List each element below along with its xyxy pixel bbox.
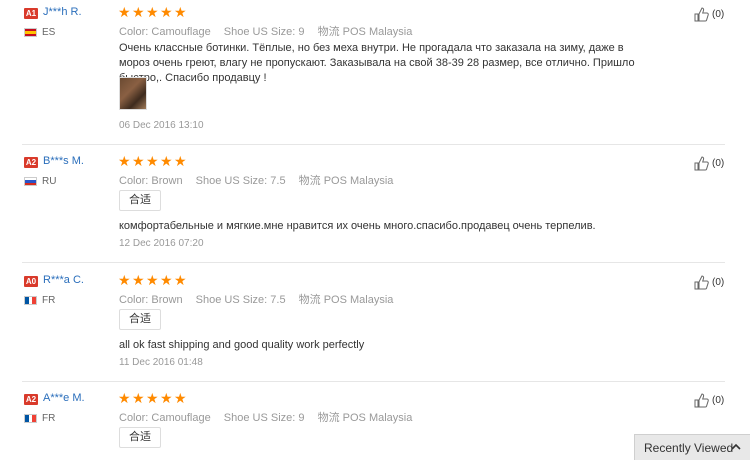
- shipping-label: 物流: [298, 175, 321, 187]
- recently-viewed-toggle[interactable]: Recently Viewed: [634, 434, 750, 460]
- helpful-count: (0): [712, 395, 725, 406]
- reviewer-name-link[interactable]: J***h R.: [43, 6, 82, 18]
- shipping-value: POS Malaysia: [342, 26, 413, 38]
- review-tag: 合适: [119, 427, 161, 448]
- star-icon: ★: [160, 390, 173, 406]
- review-tag: 合适: [119, 309, 161, 330]
- buyer-level-badge: A2: [24, 157, 38, 168]
- size-label: Shoe US Size:: [195, 175, 268, 187]
- helpful-button[interactable]: (0): [693, 392, 724, 409]
- shipping-label: 物流: [317, 412, 340, 424]
- country-flag-icon: [24, 414, 37, 423]
- order-attributes: Color: Camouflage Shoe US Size: 9 物流 POS…: [119, 409, 422, 425]
- review-photo-thumbnail[interactable]: [119, 77, 147, 110]
- color-label: Color:: [119, 175, 149, 187]
- shipping-value: POS Malaysia: [342, 412, 413, 424]
- country-code: ES: [42, 27, 56, 38]
- color-value: Camouflage: [151, 26, 211, 38]
- star-icon: ★: [174, 4, 187, 20]
- country-code: RU: [42, 176, 57, 187]
- shipping-value: POS Malaysia: [323, 294, 394, 306]
- star-icon: ★: [160, 272, 173, 288]
- reviewer-name-link[interactable]: B***s M.: [43, 155, 84, 167]
- country-code: FR: [42, 295, 56, 306]
- thumbs-up-icon: [694, 7, 709, 22]
- size-value: 9: [298, 412, 305, 424]
- order-attributes: Color: Brown Shoe US Size: 7.5 物流 POS Ma…: [119, 172, 403, 188]
- star-icon: ★: [118, 4, 131, 20]
- reviewer-name-link[interactable]: A***e M.: [43, 392, 85, 404]
- review-tag: 合适: [119, 190, 161, 211]
- divider: [22, 262, 725, 263]
- buyer-level-badge: A2: [24, 394, 38, 405]
- shipping-value: POS Malaysia: [323, 175, 394, 187]
- star-icon: ★: [160, 153, 173, 169]
- star-rating: ★ ★ ★ ★ ★: [118, 390, 187, 406]
- recently-viewed-label: Recently Viewed: [644, 440, 734, 455]
- buyer-level-badge: A0: [24, 276, 38, 287]
- color-label: Color:: [119, 26, 149, 38]
- star-icon: ★: [174, 153, 187, 169]
- star-icon: ★: [132, 272, 145, 288]
- shipping-label: 物流: [317, 26, 340, 38]
- shipping-label: 物流: [298, 294, 321, 306]
- divider: [22, 381, 725, 382]
- star-icon: ★: [160, 4, 173, 20]
- size-label: Shoe US Size:: [223, 26, 296, 38]
- helpful-count: (0): [712, 277, 725, 288]
- divider: [22, 144, 725, 145]
- country-flag-icon: [24, 296, 37, 305]
- review-text: Очень классные ботинки. Тёплые, но без м…: [119, 42, 635, 84]
- star-icon: ★: [118, 390, 131, 406]
- star-rating: ★ ★ ★ ★ ★: [118, 153, 187, 169]
- color-label: Color:: [119, 294, 149, 306]
- order-attributes: Color: Camouflage Shoe US Size: 9 物流 POS…: [119, 23, 422, 39]
- color-value: Brown: [151, 175, 183, 187]
- review-text: all ok fast shipping and good quality wo…: [119, 339, 365, 351]
- helpful-button[interactable]: (0): [693, 155, 724, 172]
- order-attributes: Color: Brown Shoe US Size: 7.5 物流 POS Ma…: [119, 291, 403, 307]
- size-value: 7.5: [270, 294, 286, 306]
- country-code: FR: [42, 413, 56, 424]
- buyer-level-badge: A1: [24, 8, 38, 19]
- star-icon: ★: [174, 272, 187, 288]
- star-icon: ★: [146, 4, 159, 20]
- star-icon: ★: [146, 153, 159, 169]
- star-icon: ★: [146, 390, 159, 406]
- color-label: Color:: [119, 412, 149, 424]
- thumbs-up-icon: [694, 393, 709, 408]
- thumbs-up-icon: [694, 156, 709, 171]
- review-date: 06 Dec 2016 13:10: [119, 120, 204, 131]
- reviewer-name-link[interactable]: R***a C.: [43, 274, 84, 286]
- star-icon: ★: [132, 4, 145, 20]
- thumbs-up-icon: [694, 275, 709, 290]
- size-label: Shoe US Size:: [195, 294, 268, 306]
- star-rating: ★ ★ ★ ★ ★: [118, 4, 187, 20]
- review-date: 12 Dec 2016 07:20: [119, 238, 204, 249]
- star-icon: ★: [174, 390, 187, 406]
- helpful-count: (0): [712, 158, 725, 169]
- review-date: 11 Dec 2016 01:48: [119, 357, 203, 368]
- star-rating: ★ ★ ★ ★ ★: [118, 272, 187, 288]
- star-icon: ★: [118, 153, 131, 169]
- country-flag-icon: [24, 177, 37, 186]
- helpful-button[interactable]: (0): [693, 274, 724, 291]
- color-value: Brown: [151, 294, 183, 306]
- size-value: 9: [298, 26, 305, 38]
- chevron-up-icon: [731, 443, 741, 450]
- star-icon: ★: [132, 153, 145, 169]
- star-icon: ★: [118, 272, 131, 288]
- star-icon: ★: [132, 390, 145, 406]
- review-text: комфортабельные и мягкие.мне нравится их…: [119, 220, 596, 232]
- helpful-count: (0): [712, 9, 725, 20]
- size-value: 7.5: [270, 175, 286, 187]
- color-value: Camouflage: [151, 412, 211, 424]
- country-flag-icon: [24, 28, 37, 37]
- size-label: Shoe US Size:: [223, 412, 296, 424]
- helpful-button[interactable]: (0): [693, 6, 724, 23]
- star-icon: ★: [146, 272, 159, 288]
